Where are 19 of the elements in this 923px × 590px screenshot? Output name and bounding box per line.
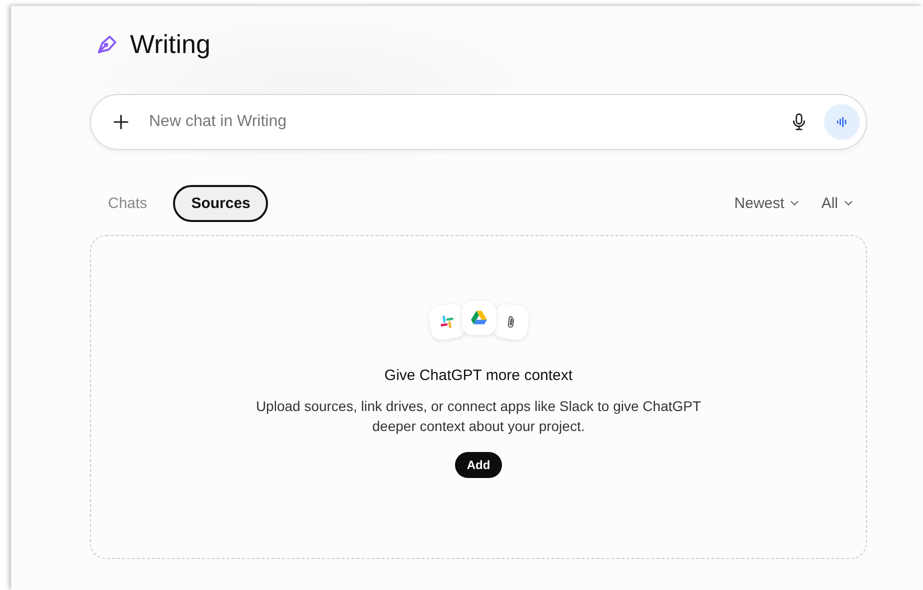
tab[interactable]: Sources <box>173 184 268 222</box>
chevron-down-icon <box>790 200 800 206</box>
empty-state-description: Upload sources, link drives, or connect apps like Slack to give ChatGPT deeper context about your project. <box>254 397 702 436</box>
chevron-down-icon <box>844 200 853 206</box>
waveform-icon <box>835 115 849 129</box>
project-title: Writing <box>130 28 210 60</box>
plus-icon[interactable] <box>113 114 129 130</box>
voice-button[interactable] <box>824 104 860 140</box>
add-button[interactable]: Add <box>454 452 502 478</box>
filter-dropdown[interactable]: All <box>821 194 853 212</box>
filter-dropdown[interactable]: Newest <box>734 194 800 212</box>
pen-icon <box>96 33 118 55</box>
paperclip-icon <box>491 302 530 342</box>
microphone-icon[interactable] <box>792 113 806 131</box>
composer-bar[interactable]: New chat in Writing <box>90 94 867 150</box>
empty-state-heading: Give ChatGPT more context <box>384 367 573 384</box>
slack-icon <box>427 302 466 342</box>
chat-input-field[interactable]: New chat in Writing <box>147 112 778 132</box>
drive-icon <box>462 301 496 335</box>
